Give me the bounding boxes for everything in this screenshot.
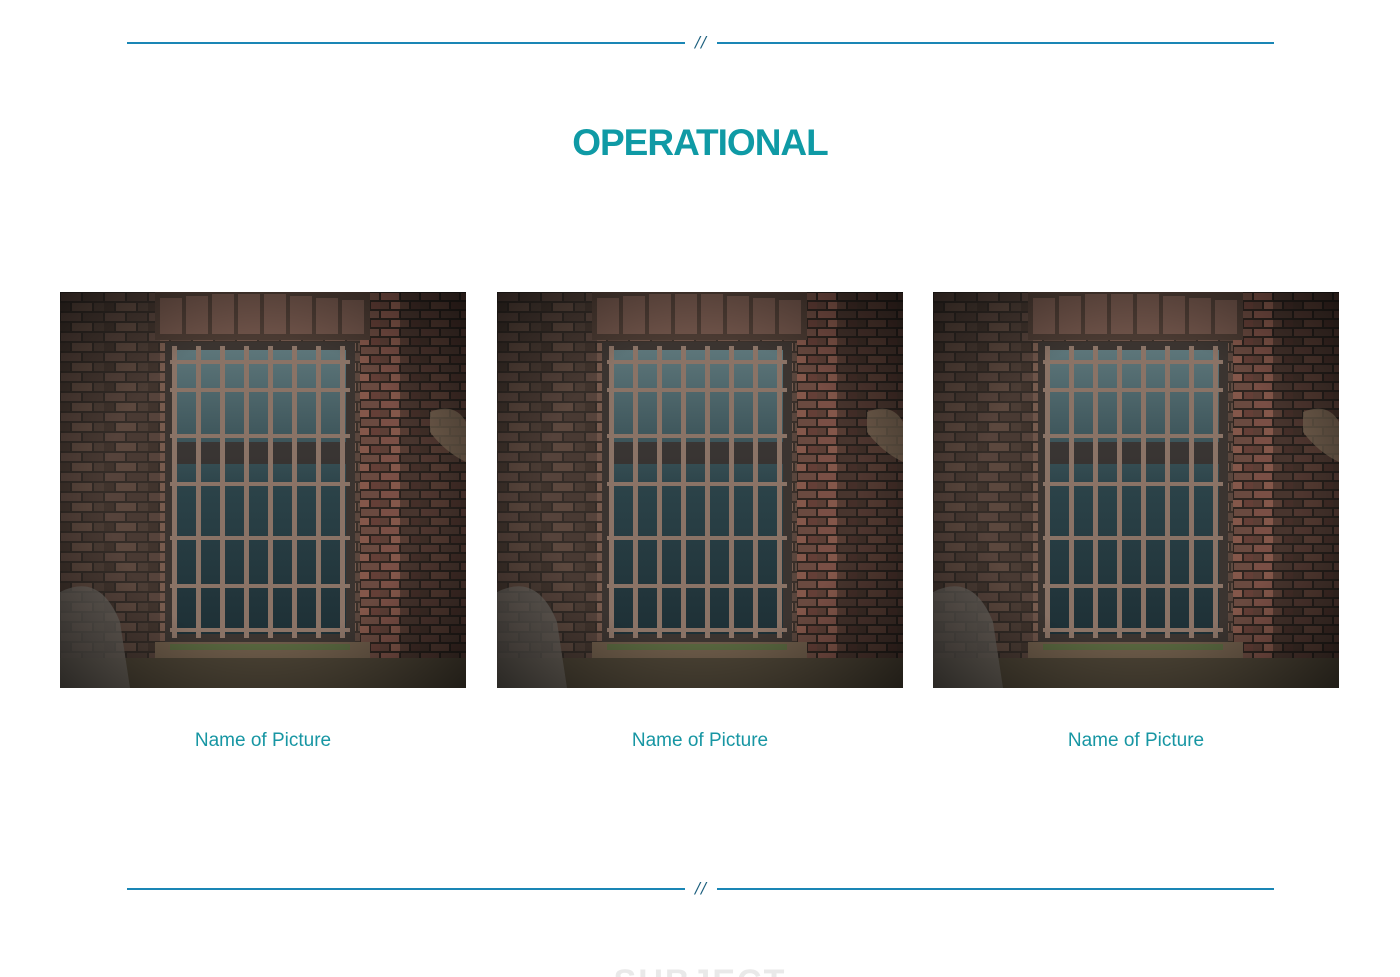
gallery-item[interactable]: Name of Picture bbox=[60, 292, 466, 751]
picture-caption: Name of Picture bbox=[194, 730, 332, 751]
barred-window-photo[interactable] bbox=[60, 292, 466, 688]
next-section-title: SUBJECT bbox=[0, 962, 1400, 977]
divider-line-right bbox=[717, 42, 1274, 44]
section-title: OPERATIONAL bbox=[572, 122, 829, 163]
divider-mark: // bbox=[694, 879, 708, 897]
barred-window-photo[interactable] bbox=[933, 292, 1339, 688]
gallery-item[interactable]: Name of Picture bbox=[933, 292, 1339, 751]
barred-window-photo[interactable] bbox=[497, 292, 903, 688]
divider-line-right bbox=[717, 888, 1274, 890]
picture-caption: Name of Picture bbox=[1067, 730, 1205, 751]
section-divider-bottom: // bbox=[127, 879, 1274, 899]
divider-line-left bbox=[127, 888, 685, 890]
gallery-item[interactable]: Name of Picture bbox=[497, 292, 903, 751]
section-divider-top: // bbox=[127, 33, 1274, 53]
divider-line-left bbox=[127, 42, 685, 44]
divider-mark: // bbox=[694, 33, 708, 51]
picture-caption: Name of Picture bbox=[631, 730, 769, 751]
